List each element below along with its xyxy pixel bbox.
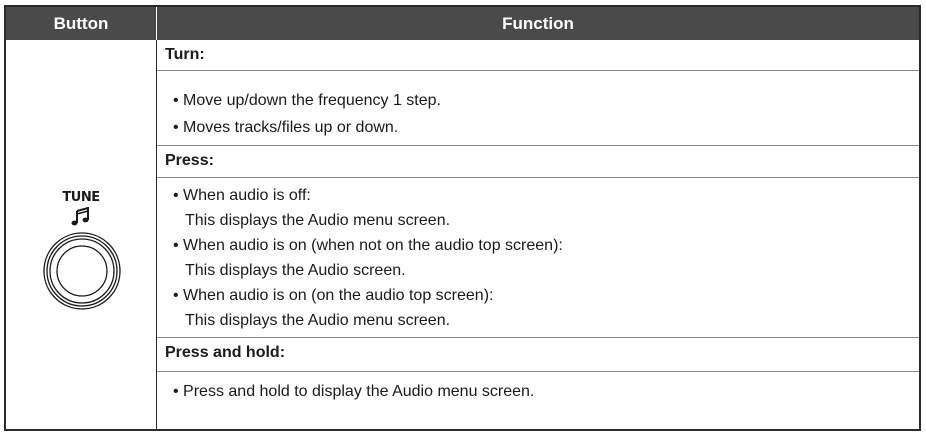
turn-heading: Turn: [165, 46, 205, 63]
divider [157, 70, 919, 71]
function-column-header: Function [502, 14, 574, 33]
button-column-header: Button [53, 14, 109, 33]
list-item: • Press and hold to display the Audio me… [173, 383, 535, 400]
list-item-detail: This displays the Audio screen. [185, 262, 406, 279]
list-item-detail: This displays the Audio menu screen. [185, 212, 451, 229]
table-header: Button Function [6, 7, 919, 40]
function-table: Button Function TUNE Turn: • Move up/dow… [4, 5, 921, 431]
divider [157, 177, 919, 178]
button-cell: TUNE [6, 40, 156, 429]
music-note-icon [71, 207, 89, 226]
function-cell: Turn: • Move up/down the frequency 1 ste… [157, 40, 919, 429]
divider [157, 337, 919, 338]
press-and-hold-heading: Press and hold: [165, 344, 286, 361]
press-heading: Press: [165, 152, 214, 169]
list-item: • When audio is on (on the audio top scr… [173, 287, 494, 304]
list-item: • Moves tracks/files up or down. [173, 119, 399, 136]
list-item: • When audio is off: [173, 187, 311, 204]
divider [157, 371, 919, 372]
tune-knob-icon [43, 232, 121, 310]
divider [157, 145, 919, 146]
list-item: • When audio is on (when not on the audi… [173, 237, 563, 254]
tune-label: TUNE [62, 190, 100, 205]
list-item: • Move up/down the frequency 1 step. [173, 92, 441, 109]
list-item-detail: This displays the Audio menu screen. [185, 312, 451, 329]
